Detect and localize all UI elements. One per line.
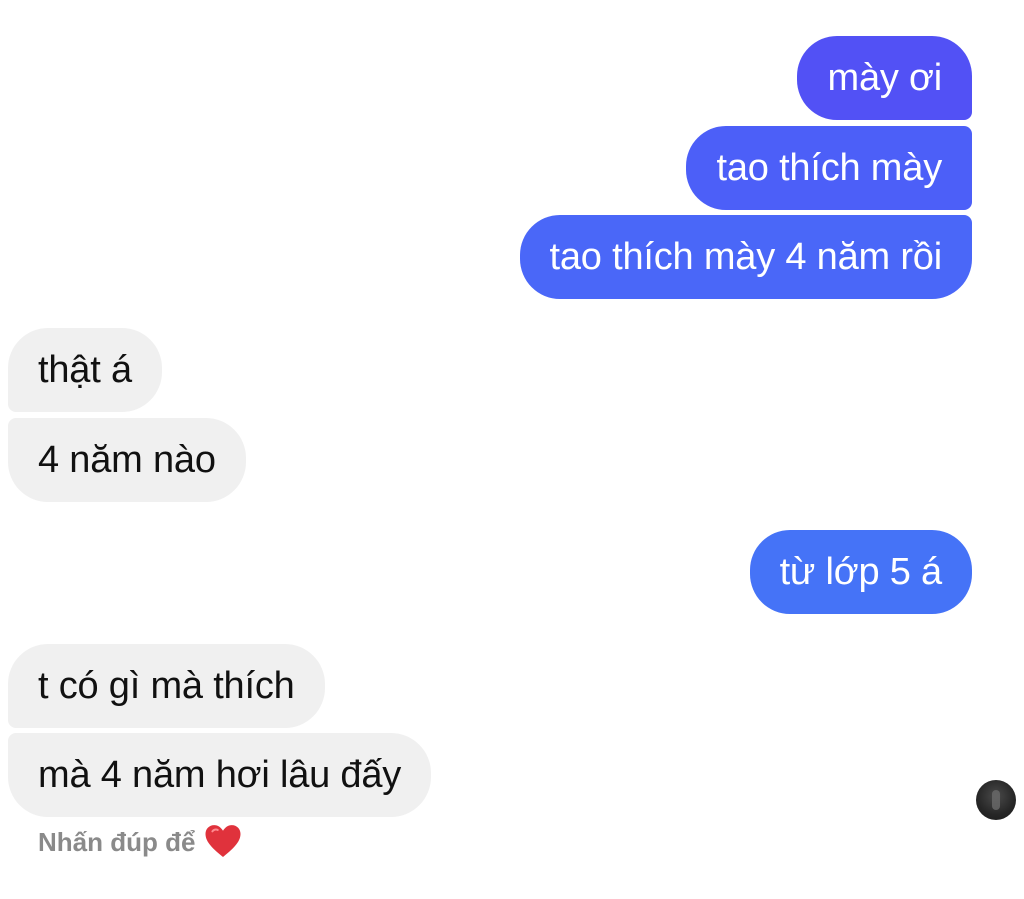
- message-bubble-outgoing[interactable]: mày ơi: [797, 36, 972, 120]
- message-bubble-outgoing[interactable]: tao thích mày: [686, 126, 972, 210]
- message-bubble-incoming[interactable]: 4 năm nào: [8, 418, 246, 502]
- reaction-hint-label: Nhấn đúp để: [38, 827, 196, 857]
- chat-thread: mày ơi tao thích mày tao thích mày 4 năm…: [0, 0, 1024, 899]
- avatar-figure: [992, 790, 1000, 810]
- message-bubble-outgoing[interactable]: từ lớp 5 á: [749, 530, 972, 614]
- message-bubble-incoming[interactable]: t có gì mà thích: [8, 644, 325, 728]
- message-bubble-outgoing[interactable]: tao thích mày 4 năm rồi: [519, 215, 972, 299]
- message-bubble-incoming[interactable]: thật á: [8, 328, 162, 412]
- heart-icon[interactable]: [203, 822, 243, 862]
- double-tap-reaction-hint: Nhấn đúp để: [38, 820, 243, 864]
- read-receipt-avatar[interactable]: [976, 780, 1016, 820]
- message-bubble-incoming[interactable]: mà 4 năm hơi lâu đấy: [8, 733, 432, 817]
